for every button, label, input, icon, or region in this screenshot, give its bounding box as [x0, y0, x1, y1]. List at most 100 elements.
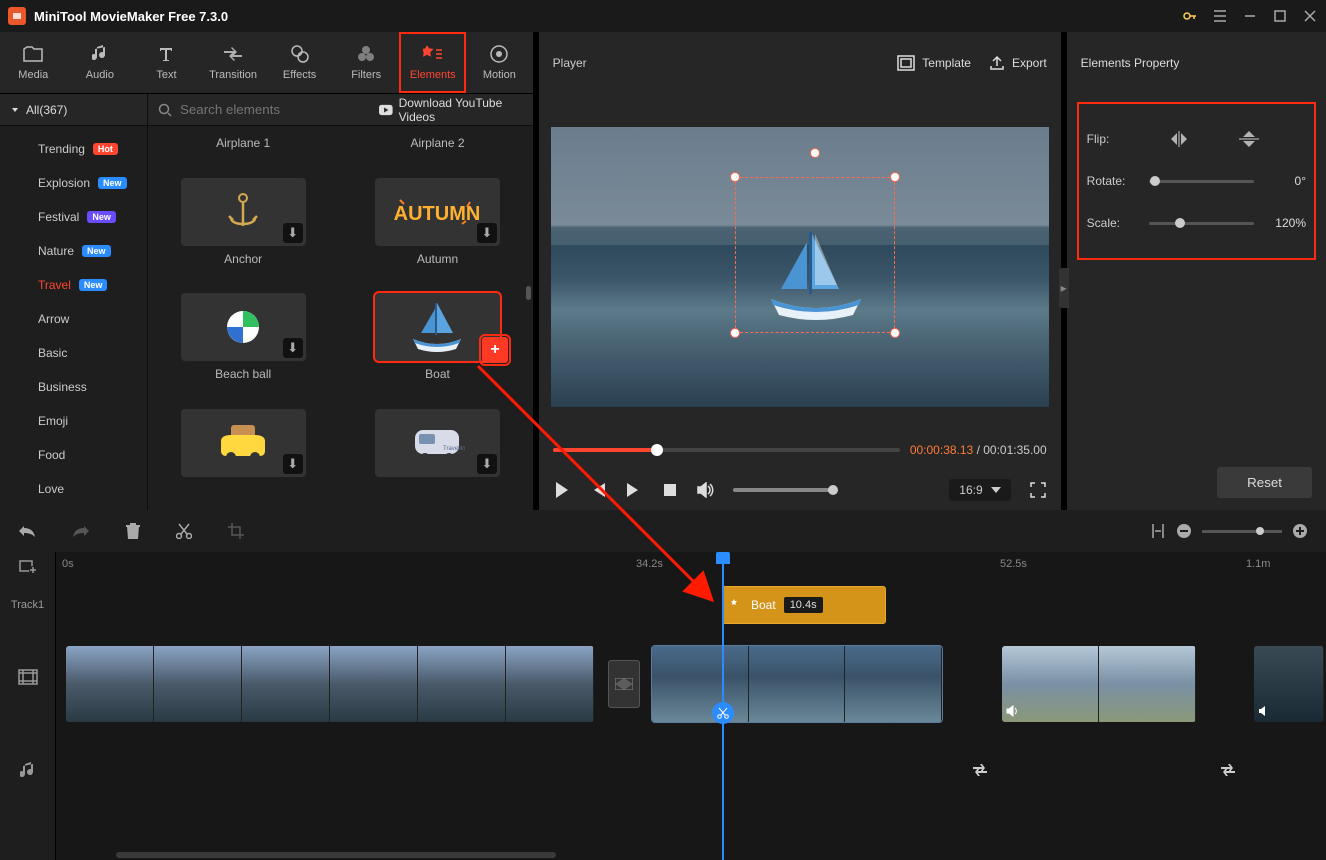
resize-handle-br[interactable] [890, 328, 900, 338]
element-autumn[interactable]: AUTUMN⬇Autumn [354, 178, 520, 290]
track1-label: Track1 [0, 580, 55, 630]
zoom-out-button[interactable] [1176, 523, 1192, 539]
key-icon[interactable] [1182, 8, 1198, 24]
category-business[interactable]: Business [0, 370, 147, 404]
tab-motion[interactable]: Motion [466, 32, 533, 93]
tab-transition[interactable]: Transition [200, 32, 267, 93]
resize-handle-tl[interactable] [730, 172, 740, 182]
flip-vertical-button[interactable] [1237, 127, 1261, 151]
rotate-handle[interactable] [810, 148, 820, 158]
category-festival[interactable]: FestivalNew [0, 200, 147, 234]
reset-button[interactable]: Reset [1217, 467, 1312, 498]
category-trending[interactable]: TrendingHot [0, 132, 147, 166]
scale-slider[interactable] [1149, 222, 1254, 225]
minimize-button[interactable] [1242, 8, 1258, 24]
search-field[interactable] [180, 102, 357, 117]
grid-scrollbar[interactable] [526, 286, 531, 300]
prev-frame-button[interactable] [589, 481, 607, 499]
timecode: 00:00:38.13 / 00:01:35.00 [910, 443, 1047, 457]
download-icon[interactable]: ⬇ [477, 223, 497, 243]
category-all[interactable]: All(367) [0, 94, 147, 126]
properties-title: Elements Property [1067, 32, 1326, 94]
audio-track-icon [0, 724, 55, 818]
delete-button[interactable] [126, 523, 140, 539]
next-frame-button[interactable] [625, 481, 643, 499]
resize-handle-tr[interactable] [890, 172, 900, 182]
flip-label: Flip: [1087, 132, 1139, 146]
resize-handle-bl[interactable] [730, 328, 740, 338]
split-button[interactable] [176, 523, 192, 539]
element-airplane-2[interactable]: Airplane 2 [354, 130, 520, 174]
redo-button[interactable] [72, 524, 90, 538]
crop-button[interactable] [228, 523, 244, 539]
close-button[interactable] [1302, 8, 1318, 24]
video-track[interactable] [56, 640, 1326, 728]
stop-button[interactable] [661, 481, 679, 499]
video-clip-3[interactable] [1002, 646, 1196, 722]
zoom-slider[interactable] [1202, 530, 1282, 533]
category-food[interactable]: Food [0, 438, 147, 472]
download-youtube-link[interactable]: Download YouTube Videos [367, 96, 533, 124]
rotate-slider[interactable] [1149, 180, 1254, 183]
download-icon[interactable]: ⬇ [477, 454, 497, 474]
sync-icon-2[interactable] [1216, 758, 1240, 782]
element-beach-ball[interactable]: ⬇Beach ball [160, 293, 326, 405]
aspect-select[interactable]: 16:9 [949, 479, 1010, 501]
template-button[interactable]: Template [897, 55, 971, 71]
video-clip-4[interactable] [1254, 646, 1324, 722]
clip-audio-icon [1258, 705, 1272, 720]
properties-box: Flip: Rotate: 0° Scale: 120% [1077, 102, 1316, 260]
preview-area[interactable] [539, 94, 1061, 430]
tab-audio[interactable]: Audio [67, 32, 134, 93]
category-basic[interactable]: Basic [0, 336, 147, 370]
seek-bar[interactable] [553, 448, 900, 452]
video-clip-1[interactable] [66, 646, 594, 722]
timeline-scrollbar[interactable] [116, 852, 556, 858]
volume-button[interactable] [697, 481, 715, 499]
export-button[interactable]: Export [989, 55, 1047, 71]
element-airplane-1[interactable]: Airplane 1 [160, 130, 326, 174]
flip-horizontal-button[interactable] [1167, 127, 1191, 151]
category-arrow[interactable]: Arrow [0, 302, 147, 336]
download-icon[interactable]: ⬇ [283, 223, 303, 243]
tab-media[interactable]: Media [0, 32, 67, 93]
app-title: MiniTool MovieMaker Free 7.3.0 [34, 9, 228, 24]
download-icon[interactable]: ⬇ [283, 454, 303, 474]
download-icon[interactable]: ⬇ [283, 338, 303, 358]
transition-1[interactable] [608, 660, 640, 708]
menu-icon[interactable] [1212, 8, 1228, 24]
element-item-7[interactable]: Travelling⬇ [354, 409, 520, 507]
tab-effects[interactable]: Effects [266, 32, 333, 93]
tab-filters[interactable]: Filters [333, 32, 400, 93]
tab-text[interactable]: Text [133, 32, 200, 93]
selection-box[interactable] [735, 177, 895, 333]
maximize-button[interactable] [1272, 8, 1288, 24]
volume-slider[interactable] [733, 488, 833, 492]
video-clip-2[interactable] [652, 646, 942, 722]
timeline-ruler[interactable]: 0s 34.2s 52.5s 1.1m [56, 552, 1326, 580]
fullscreen-button[interactable] [1029, 481, 1047, 499]
element-item-6[interactable]: ⬇ [160, 409, 326, 507]
category-love[interactable]: Love [0, 472, 147, 506]
add-element-button[interactable]: + [482, 337, 508, 363]
zoom-in-button[interactable] [1292, 523, 1308, 539]
category-emoji[interactable]: Emoji [0, 404, 147, 438]
elements-grid: Airplane 1 Airplane 2 ⬇AnchorAUTUMN⬇Autumn… [148, 126, 533, 510]
category-explosion[interactable]: ExplosionNew [0, 166, 147, 200]
split-at-playhead-icon[interactable] [712, 702, 734, 724]
element-clip-boat[interactable]: Boat 10.4s [722, 586, 886, 624]
search-input[interactable] [148, 102, 367, 117]
category-nature[interactable]: NatureNew [0, 234, 147, 268]
element-track[interactable]: Boat 10.4s [56, 580, 1326, 630]
fit-button[interactable] [1150, 523, 1166, 539]
element-boat[interactable]: +Boat [354, 293, 520, 405]
playhead[interactable] [722, 552, 724, 860]
category-travel[interactable]: TravelNew [0, 268, 147, 302]
play-button[interactable] [553, 481, 571, 499]
element-anchor[interactable]: ⬇Anchor [160, 178, 326, 290]
panel-collapse-button[interactable]: ▸ [1059, 268, 1069, 308]
undo-button[interactable] [18, 524, 36, 538]
sync-icon[interactable] [968, 758, 992, 782]
add-track-button[interactable] [0, 552, 55, 580]
tab-elements[interactable]: Elements [399, 32, 466, 93]
